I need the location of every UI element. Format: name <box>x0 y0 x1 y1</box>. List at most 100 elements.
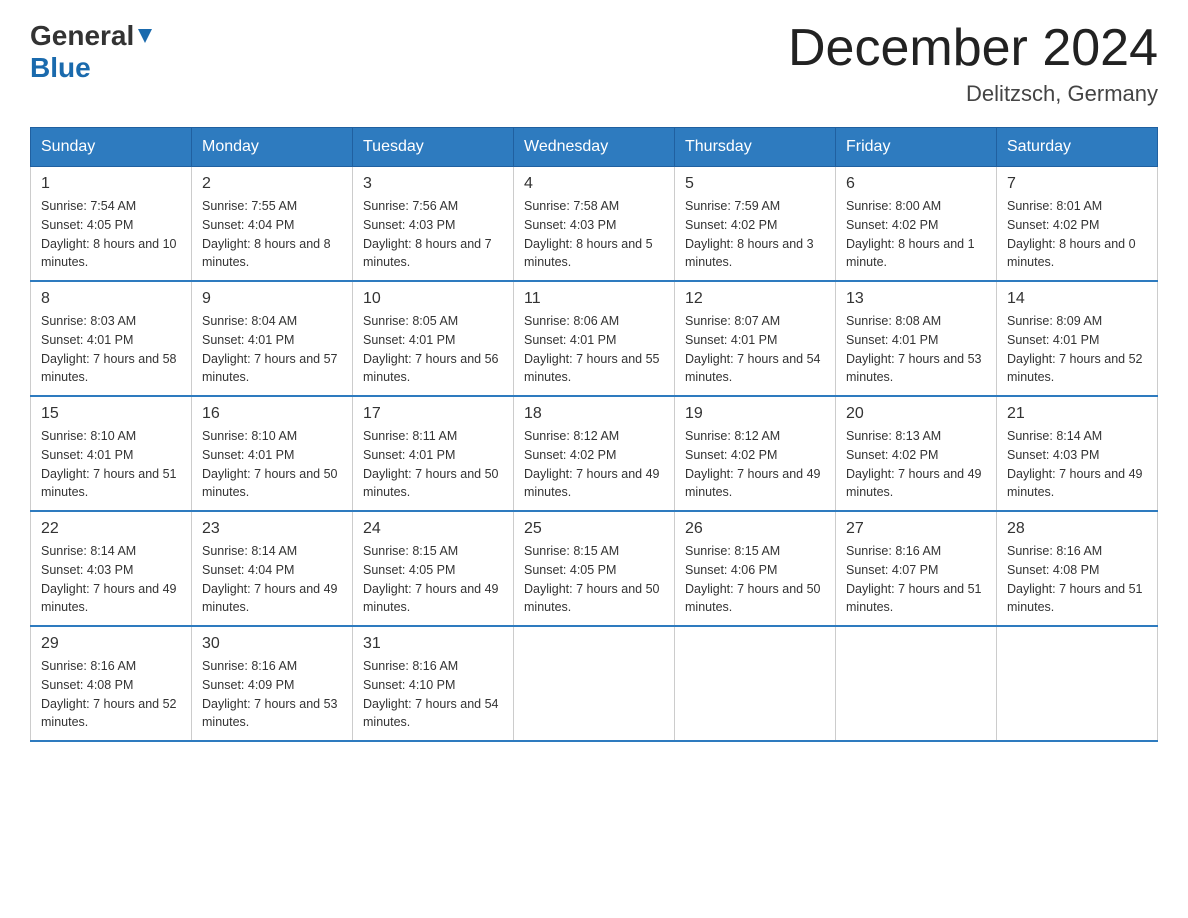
weekday-header-wednesday: Wednesday <box>514 128 675 167</box>
day-number: 3 <box>363 175 503 193</box>
day-number: 29 <box>41 635 181 653</box>
day-info: Sunrise: 8:16 AMSunset: 4:09 PMDaylight:… <box>202 657 342 732</box>
day-number: 12 <box>685 290 825 308</box>
day-number: 24 <box>363 520 503 538</box>
day-info: Sunrise: 8:15 AMSunset: 4:05 PMDaylight:… <box>363 542 503 617</box>
day-number: 17 <box>363 405 503 423</box>
calendar-cell: 26 Sunrise: 8:15 AMSunset: 4:06 PMDaylig… <box>675 511 836 626</box>
day-number: 8 <box>41 290 181 308</box>
calendar-body: 1 Sunrise: 7:54 AMSunset: 4:05 PMDayligh… <box>31 167 1158 742</box>
day-number: 23 <box>202 520 342 538</box>
day-info: Sunrise: 8:14 AMSunset: 4:03 PMDaylight:… <box>41 542 181 617</box>
day-info: Sunrise: 7:58 AMSunset: 4:03 PMDaylight:… <box>524 197 664 272</box>
logo: General Blue <box>30 20 156 84</box>
day-info: Sunrise: 8:12 AMSunset: 4:02 PMDaylight:… <box>524 427 664 502</box>
logo-blue-text: Blue <box>30 52 91 84</box>
day-info: Sunrise: 8:10 AMSunset: 4:01 PMDaylight:… <box>41 427 181 502</box>
day-info: Sunrise: 8:15 AMSunset: 4:05 PMDaylight:… <box>524 542 664 617</box>
day-number: 7 <box>1007 175 1147 193</box>
day-number: 5 <box>685 175 825 193</box>
day-info: Sunrise: 8:16 AMSunset: 4:10 PMDaylight:… <box>363 657 503 732</box>
calendar-cell: 31 Sunrise: 8:16 AMSunset: 4:10 PMDaylig… <box>353 626 514 741</box>
page-subtitle: Delitzsch, Germany <box>788 81 1158 107</box>
day-info: Sunrise: 8:14 AMSunset: 4:03 PMDaylight:… <box>1007 427 1147 502</box>
day-number: 9 <box>202 290 342 308</box>
day-number: 30 <box>202 635 342 653</box>
calendar-week-2: 8 Sunrise: 8:03 AMSunset: 4:01 PMDayligh… <box>31 281 1158 396</box>
day-number: 22 <box>41 520 181 538</box>
calendar-cell: 14 Sunrise: 8:09 AMSunset: 4:01 PMDaylig… <box>997 281 1158 396</box>
day-info: Sunrise: 8:15 AMSunset: 4:06 PMDaylight:… <box>685 542 825 617</box>
day-info: Sunrise: 8:08 AMSunset: 4:01 PMDaylight:… <box>846 312 986 387</box>
calendar-cell <box>514 626 675 741</box>
calendar-week-3: 15 Sunrise: 8:10 AMSunset: 4:01 PMDaylig… <box>31 396 1158 511</box>
day-number: 6 <box>846 175 986 193</box>
calendar-cell: 8 Sunrise: 8:03 AMSunset: 4:01 PMDayligh… <box>31 281 192 396</box>
logo-triangle-icon <box>134 25 156 47</box>
calendar-cell: 23 Sunrise: 8:14 AMSunset: 4:04 PMDaylig… <box>192 511 353 626</box>
day-number: 25 <box>524 520 664 538</box>
day-info: Sunrise: 8:05 AMSunset: 4:01 PMDaylight:… <box>363 312 503 387</box>
calendar-week-4: 22 Sunrise: 8:14 AMSunset: 4:03 PMDaylig… <box>31 511 1158 626</box>
day-info: Sunrise: 8:10 AMSunset: 4:01 PMDaylight:… <box>202 427 342 502</box>
calendar-cell: 25 Sunrise: 8:15 AMSunset: 4:05 PMDaylig… <box>514 511 675 626</box>
weekday-header-tuesday: Tuesday <box>353 128 514 167</box>
calendar-cell <box>997 626 1158 741</box>
calendar-cell: 5 Sunrise: 7:59 AMSunset: 4:02 PMDayligh… <box>675 167 836 282</box>
calendar-header: SundayMondayTuesdayWednesdayThursdayFrid… <box>31 128 1158 167</box>
day-number: 2 <box>202 175 342 193</box>
day-number: 20 <box>846 405 986 423</box>
calendar-cell: 11 Sunrise: 8:06 AMSunset: 4:01 PMDaylig… <box>514 281 675 396</box>
calendar-cell: 4 Sunrise: 7:58 AMSunset: 4:03 PMDayligh… <box>514 167 675 282</box>
day-number: 27 <box>846 520 986 538</box>
page-header: General Blue December 2024 Delitzsch, Ge… <box>30 20 1158 107</box>
day-info: Sunrise: 8:09 AMSunset: 4:01 PMDaylight:… <box>1007 312 1147 387</box>
title-area: December 2024 Delitzsch, Germany <box>788 20 1158 107</box>
day-info: Sunrise: 7:54 AMSunset: 4:05 PMDaylight:… <box>41 197 181 272</box>
weekday-header-monday: Monday <box>192 128 353 167</box>
day-info: Sunrise: 8:14 AMSunset: 4:04 PMDaylight:… <box>202 542 342 617</box>
day-number: 15 <box>41 405 181 423</box>
calendar-table: SundayMondayTuesdayWednesdayThursdayFrid… <box>30 127 1158 742</box>
calendar-cell: 22 Sunrise: 8:14 AMSunset: 4:03 PMDaylig… <box>31 511 192 626</box>
day-info: Sunrise: 7:59 AMSunset: 4:02 PMDaylight:… <box>685 197 825 272</box>
calendar-cell: 7 Sunrise: 8:01 AMSunset: 4:02 PMDayligh… <box>997 167 1158 282</box>
calendar-week-1: 1 Sunrise: 7:54 AMSunset: 4:05 PMDayligh… <box>31 167 1158 282</box>
day-number: 14 <box>1007 290 1147 308</box>
day-number: 13 <box>846 290 986 308</box>
calendar-cell: 27 Sunrise: 8:16 AMSunset: 4:07 PMDaylig… <box>836 511 997 626</box>
day-number: 31 <box>363 635 503 653</box>
calendar-week-5: 29 Sunrise: 8:16 AMSunset: 4:08 PMDaylig… <box>31 626 1158 741</box>
day-info: Sunrise: 8:03 AMSunset: 4:01 PMDaylight:… <box>41 312 181 387</box>
weekday-header-thursday: Thursday <box>675 128 836 167</box>
calendar-cell <box>675 626 836 741</box>
logo-top: General <box>30 20 156 52</box>
weekday-row: SundayMondayTuesdayWednesdayThursdayFrid… <box>31 128 1158 167</box>
weekday-header-saturday: Saturday <box>997 128 1158 167</box>
calendar-cell: 30 Sunrise: 8:16 AMSunset: 4:09 PMDaylig… <box>192 626 353 741</box>
logo-blue-row: Blue <box>30 52 91 84</box>
day-number: 16 <box>202 405 342 423</box>
calendar-cell: 12 Sunrise: 8:07 AMSunset: 4:01 PMDaylig… <box>675 281 836 396</box>
day-info: Sunrise: 8:01 AMSunset: 4:02 PMDaylight:… <box>1007 197 1147 272</box>
day-info: Sunrise: 8:07 AMSunset: 4:01 PMDaylight:… <box>685 312 825 387</box>
calendar-cell: 10 Sunrise: 8:05 AMSunset: 4:01 PMDaylig… <box>353 281 514 396</box>
calendar-cell: 3 Sunrise: 7:56 AMSunset: 4:03 PMDayligh… <box>353 167 514 282</box>
calendar-cell: 1 Sunrise: 7:54 AMSunset: 4:05 PMDayligh… <box>31 167 192 282</box>
day-info: Sunrise: 8:13 AMSunset: 4:02 PMDaylight:… <box>846 427 986 502</box>
calendar-cell: 21 Sunrise: 8:14 AMSunset: 4:03 PMDaylig… <box>997 396 1158 511</box>
day-number: 21 <box>1007 405 1147 423</box>
calendar-cell: 17 Sunrise: 8:11 AMSunset: 4:01 PMDaylig… <box>353 396 514 511</box>
calendar-cell: 20 Sunrise: 8:13 AMSunset: 4:02 PMDaylig… <box>836 396 997 511</box>
calendar-cell: 24 Sunrise: 8:15 AMSunset: 4:05 PMDaylig… <box>353 511 514 626</box>
day-number: 1 <box>41 175 181 193</box>
day-info: Sunrise: 7:56 AMSunset: 4:03 PMDaylight:… <box>363 197 503 272</box>
calendar-cell: 15 Sunrise: 8:10 AMSunset: 4:01 PMDaylig… <box>31 396 192 511</box>
day-number: 18 <box>524 405 664 423</box>
day-number: 26 <box>685 520 825 538</box>
weekday-header-friday: Friday <box>836 128 997 167</box>
calendar-cell: 16 Sunrise: 8:10 AMSunset: 4:01 PMDaylig… <box>192 396 353 511</box>
calendar-cell: 13 Sunrise: 8:08 AMSunset: 4:01 PMDaylig… <box>836 281 997 396</box>
calendar-cell: 18 Sunrise: 8:12 AMSunset: 4:02 PMDaylig… <box>514 396 675 511</box>
calendar-cell: 29 Sunrise: 8:16 AMSunset: 4:08 PMDaylig… <box>31 626 192 741</box>
